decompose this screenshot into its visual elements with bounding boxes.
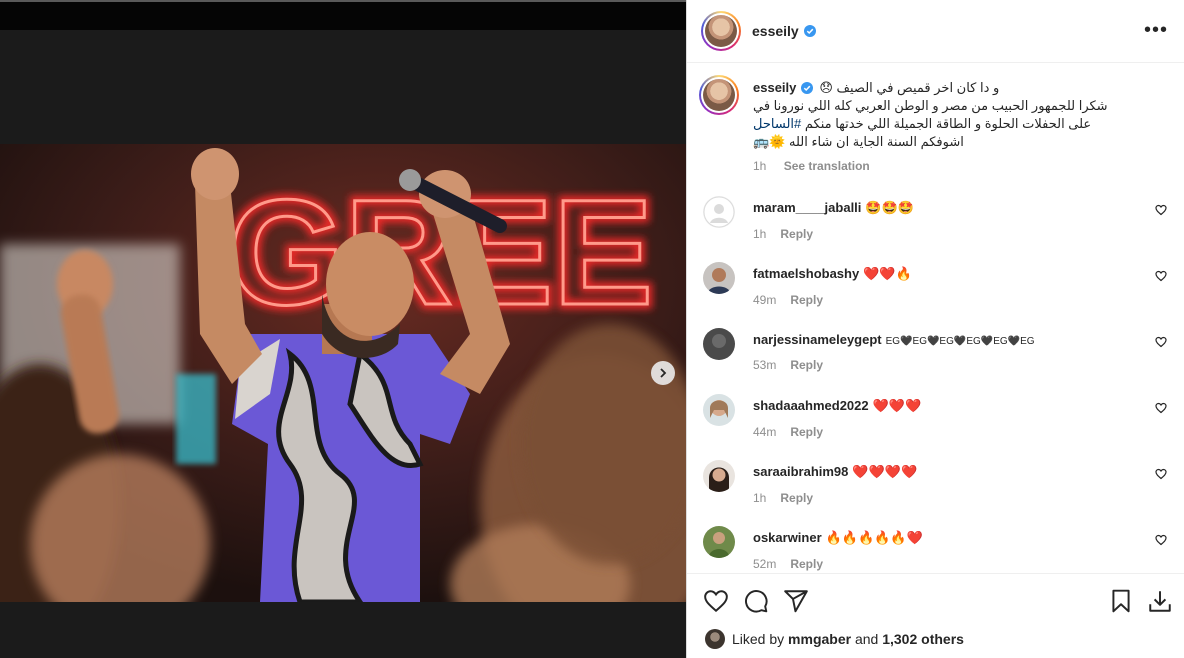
comment-username[interactable]: saraaibrahim98 <box>753 464 848 479</box>
comments-scroll-area[interactable]: esseily و دا كان اخر قميص في الصيف 😞 شكر… <box>687 63 1184 573</box>
verified-icon <box>801 82 814 94</box>
comment-text: ❤️❤️❤️❤️ <box>852 464 918 479</box>
comment-username[interactable]: shadaaahmed2022 <box>753 398 869 413</box>
commenter-avatar[interactable] <box>703 328 735 360</box>
reply-button[interactable]: Reply <box>780 227 813 241</box>
caption-hashtag[interactable]: #الساحل <box>753 116 801 131</box>
caption-text: esseily و دا كان اخر قميص في الصيف 😞 شكر… <box>753 79 1173 175</box>
author-avatar[interactable] <box>701 11 741 51</box>
caption-line-4: اشوفكم السنة الجاية ان شاء الله 🌞🚌 <box>753 134 964 149</box>
post-actions <box>687 573 1184 630</box>
caption-line-2: شكرا للجمهور الحبيب من مصر و الوطن العرب… <box>753 98 1108 113</box>
comment-item: maram____jaballi 🤩🤩🤩 1h Reply <box>703 196 1169 262</box>
comment-item: shadaaahmed2022 ❤️❤️❤️ 44m Reply <box>703 394 1169 460</box>
commenter-avatar[interactable] <box>703 526 735 558</box>
author-username[interactable]: esseily <box>752 23 799 39</box>
comment-item: saraaibrahim98 ❤️❤️❤️❤️ 1h Reply <box>703 460 1169 526</box>
likes-user[interactable]: mmgaber <box>788 631 851 647</box>
caption-username[interactable]: esseily <box>753 79 796 97</box>
commenter-avatar[interactable] <box>703 196 735 228</box>
comment-text: ❤️❤️❤️ <box>872 398 922 413</box>
comment-text: EG🖤EG🖤EG🖤EG🖤EG🖤EG <box>885 336 1035 347</box>
verified-icon <box>803 25 816 37</box>
comment-icon[interactable] <box>743 588 769 614</box>
comment-item: fatmaelshobashy ❤️❤️🔥 49m Reply <box>703 262 1169 328</box>
more-icon: ••• <box>1143 19 1168 41</box>
post-media: GREE GREE <box>0 0 686 658</box>
caption-time: 1h <box>753 159 767 173</box>
likes-prefix: Liked by <box>732 631 785 647</box>
comment-time: 52m <box>753 557 777 571</box>
share-icon[interactable] <box>783 588 809 614</box>
liker-avatar[interactable] <box>705 629 725 649</box>
caption-avatar[interactable] <box>699 75 739 115</box>
likes-count[interactable]: 1,302 others <box>882 631 964 647</box>
post-photo: GREE GREE <box>0 144 686 602</box>
reply-button[interactable]: Reply <box>780 491 813 505</box>
next-media-button[interactable] <box>651 361 675 385</box>
see-translation-link[interactable]: See translation <box>784 159 870 173</box>
heart-outline-icon[interactable] <box>1155 468 1167 480</box>
reply-button[interactable]: Reply <box>790 358 823 372</box>
comment-text: 🤩🤩🤩 <box>865 200 914 215</box>
post-header: esseily ••• <box>687 0 1184 63</box>
caption-meta: 1h See translation <box>753 157 1173 175</box>
bookmark-icon[interactable] <box>1108 588 1134 614</box>
heart-icon[interactable] <box>703 588 729 614</box>
heart-outline-icon[interactable] <box>1155 336 1167 348</box>
comment-time: 1h <box>753 227 767 241</box>
browser-top-strip <box>0 0 686 30</box>
comment-text: ❤️❤️🔥 <box>863 266 912 281</box>
comment-username[interactable]: maram____jaballi <box>753 200 861 215</box>
download-icon[interactable] <box>1147 588 1173 614</box>
reply-button[interactable]: Reply <box>790 293 823 307</box>
likes-summary[interactable]: Liked by mmgaber and 1,302 others <box>705 629 964 649</box>
comment-username[interactable]: narjessinameleygept <box>753 332 882 347</box>
heart-outline-icon[interactable] <box>1155 204 1167 216</box>
comment-text: 🔥🔥🔥🔥🔥❤️ <box>825 530 923 545</box>
comment-time: 53m <box>753 358 777 372</box>
comment-time: 44m <box>753 425 777 439</box>
commenter-avatar[interactable] <box>703 460 735 492</box>
likes-middle: and <box>854 631 879 647</box>
reply-button[interactable]: Reply <box>790 425 823 439</box>
comment-time: 1h <box>753 491 767 505</box>
comment-username[interactable]: fatmaelshobashy <box>753 266 859 281</box>
comment-time: 49m <box>753 293 777 307</box>
heart-outline-icon[interactable] <box>1155 402 1167 414</box>
concert-photo-illustration: GREE GREE <box>0 144 686 602</box>
heart-outline-icon[interactable] <box>1155 534 1167 546</box>
comment-item: oskarwiner 🔥🔥🔥🔥🔥❤️ 52m Reply <box>703 526 1169 573</box>
caption-line-1: و دا كان اخر قميص في الصيف 😞 <box>819 80 1000 95</box>
chevron-right-icon <box>660 368 667 378</box>
commenter-avatar[interactable] <box>703 262 735 294</box>
caption-line-3-text: على الحفلات الحلوة و الطاقة الجميلة اللي… <box>804 116 1092 131</box>
comment-item: narjessinameleygept EG🖤EG🖤EG🖤EG🖤EG🖤EG 53m… <box>703 328 1169 394</box>
comment-username[interactable]: oskarwiner <box>753 530 822 545</box>
heart-outline-icon[interactable] <box>1155 270 1167 282</box>
commenter-avatar[interactable] <box>703 394 735 426</box>
caption-line-3: على الحفلات الحلوة و الطاقة الجميلة اللي… <box>753 115 1173 133</box>
post-panel: esseily ••• esseily و دا كان اخر قميص في… <box>686 0 1184 658</box>
reply-button[interactable]: Reply <box>790 557 823 571</box>
more-options-button[interactable]: ••• <box>1143 19 1168 41</box>
